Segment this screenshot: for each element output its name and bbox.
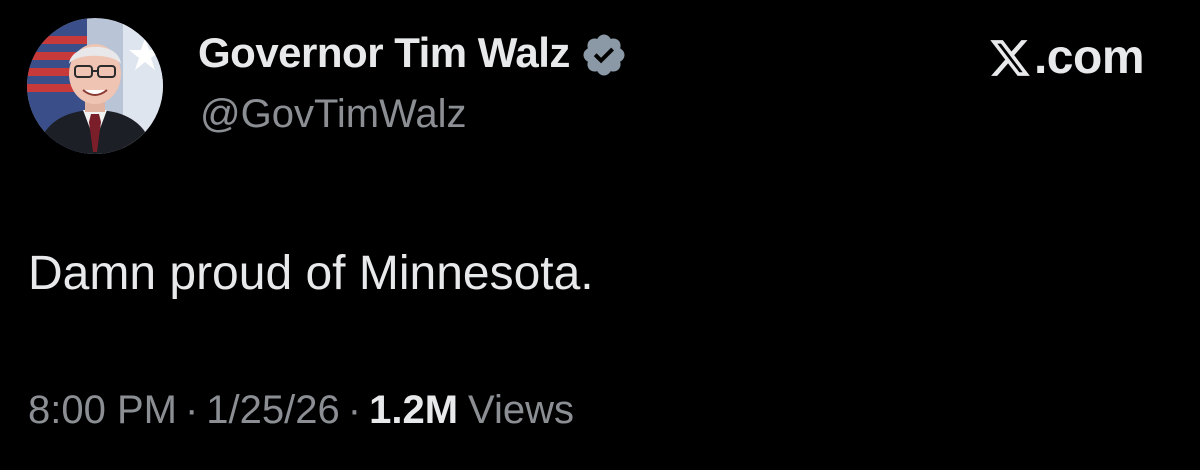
avatar-photo-icon [27,18,163,154]
author-name-row: Governor Tim Walz [198,22,628,84]
author-avatar[interactable] [27,18,163,154]
tweet-time[interactable]: 8:00 PM [28,388,177,433]
views-label: Views [468,388,575,432]
x-brand: .com [988,30,1145,85]
verified-badge-icon[interactable] [580,31,628,79]
meta-separator: · [347,388,362,432]
tweet-card: Governor Tim Walz @GovTimWalz .com Damn … [0,0,1200,470]
tweet-meta: 8:00 PM · 1/25/26 · 1.2M Views [28,388,574,433]
x-brand-text: .com [1033,31,1145,84]
meta-separator: · [184,388,199,432]
author-handle[interactable]: @GovTimWalz [200,92,467,137]
tweet-date[interactable]: 1/25/26 [206,388,339,433]
views-count: 1.2M [369,388,459,432]
author-display-name[interactable]: Governor Tim Walz [198,29,570,77]
x-logo-icon [988,36,1032,80]
tweet-text: Damn proud of Minnesota. [28,247,594,300]
